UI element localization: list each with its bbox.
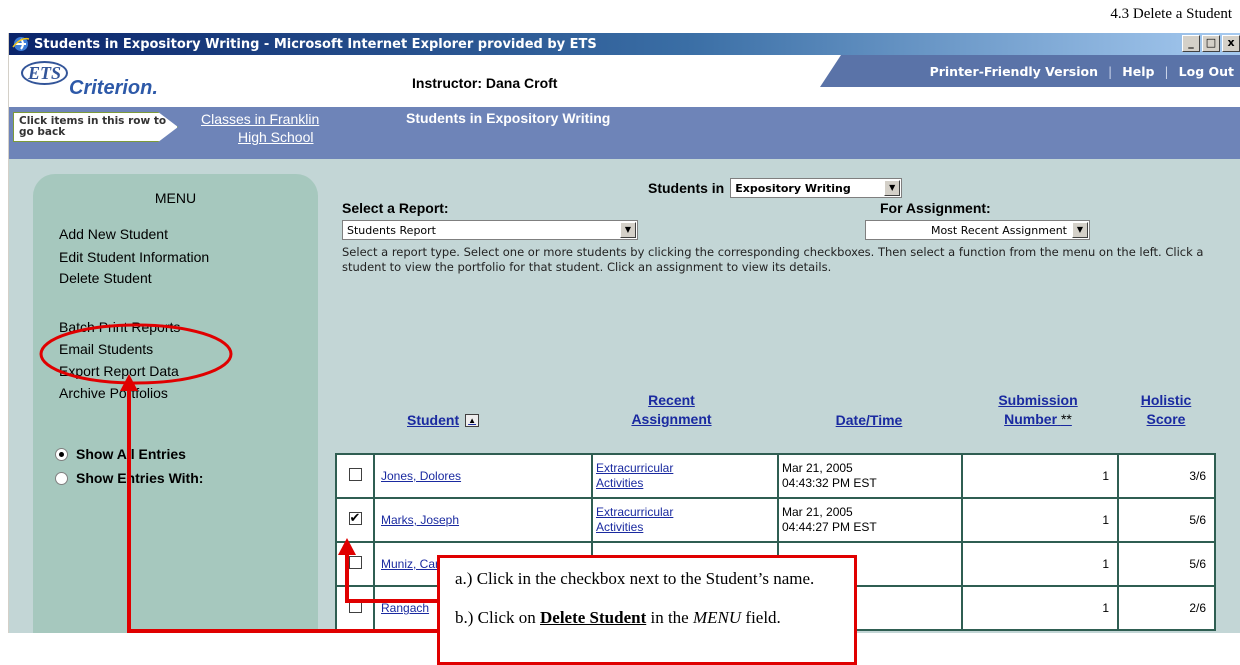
ets-logo: ETS: [21, 61, 69, 85]
callout-step-b-post: field.: [741, 608, 781, 627]
maximize-button[interactable]: □: [1202, 35, 1220, 52]
breadcrumb-link-line-2[interactable]: High School: [201, 128, 319, 146]
instructor-name: Instructor: Dana Croft: [412, 75, 558, 91]
callout-step-a: a.) Click in the checkbox next to the St…: [455, 569, 815, 588]
logout-link[interactable]: Log Out: [1179, 64, 1234, 79]
window-title: Students in Expository Writing - Microso…: [34, 36, 597, 52]
arrow-to-delete-student: [127, 381, 441, 633]
delete-student-highlight: [39, 323, 233, 385]
callout-delete-student: Delete Student: [540, 608, 647, 627]
callout-step-b-pre: b.) Click on: [455, 608, 540, 627]
browser-window: Students in Expository Writing - Microso…: [8, 33, 1240, 633]
top-links: Printer-Friendly Version | Help | Log Ou…: [820, 55, 1240, 87]
breadcrumb-classes-link[interactable]: Classes in Franklin High School: [201, 110, 319, 146]
link-separator: |: [1108, 63, 1113, 79]
link-separator: |: [1164, 63, 1169, 79]
help-link[interactable]: Help: [1122, 64, 1154, 79]
breadcrumb: Click items in this row to go back Class…: [9, 107, 1240, 159]
back-hint-arrow: Click items in this row to go back: [13, 112, 178, 142]
breadcrumb-current: Students in Expository Writing: [406, 110, 611, 126]
printer-friendly-link[interactable]: Printer-Friendly Version: [930, 64, 1098, 79]
app-header: ETS Criterion. Instructor: Dana Croft Pr…: [9, 55, 1240, 107]
criterion-logo: Criterion.: [69, 77, 158, 99]
minimize-button[interactable]: _: [1182, 35, 1200, 52]
page-heading: 4.3 Delete a Student: [1110, 6, 1232, 22]
internet-explorer-icon: [12, 37, 30, 51]
close-button[interactable]: x: [1222, 35, 1240, 52]
callout-step-b: b.) Click on Delete Student in the MENU …: [455, 608, 781, 628]
arrow-head-checkbox-icon: [338, 538, 356, 555]
breadcrumb-link-line-1[interactable]: Classes in Franklin: [201, 110, 319, 128]
title-bar: Students in Expository Writing - Microso…: [9, 33, 1240, 55]
arrow-to-checkbox: [345, 552, 441, 603]
callout-step-b-mid: in the: [646, 608, 693, 627]
callout-menu-word: MENU: [692, 608, 742, 627]
